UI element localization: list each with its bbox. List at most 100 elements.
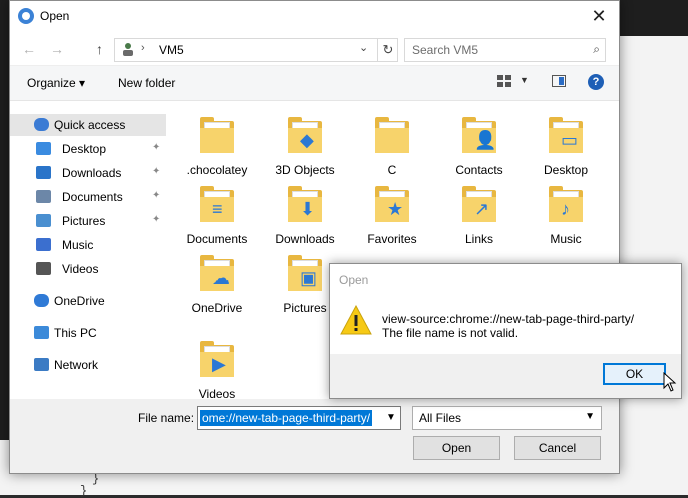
view-options-icon[interactable] (497, 75, 511, 87)
folder-overlay-icon: ≡ (212, 199, 223, 219)
chevron-down-icon[interactable]: ⌄ (359, 41, 368, 54)
folder-item[interactable]: ↗ Links (437, 176, 521, 246)
ok-button[interactable]: OK (603, 363, 666, 385)
new-folder-button[interactable]: New folder (118, 76, 175, 90)
bottom-panel: File name: ome://new-tab-page-third-part… (10, 399, 619, 473)
star-icon (34, 118, 49, 131)
close-button[interactable]: ✕ (579, 1, 619, 33)
folder-item[interactable]: ♪ Music (524, 176, 608, 246)
error-message-path: view-source:chrome://new-tab-page-third-… (382, 312, 635, 326)
video-icon (36, 262, 51, 275)
folder-overlay-icon: ▭ (561, 130, 579, 150)
music-icon (36, 238, 51, 251)
sidebar-item-label: This PC (54, 326, 97, 340)
folder-item[interactable]: ★ Favorites (350, 176, 434, 246)
sidebar-item-videos[interactable]: Videos (10, 258, 166, 280)
folder-item[interactable]: C (350, 107, 434, 177)
folder-overlay-icon: ★ (387, 199, 404, 219)
sidebar-item-this-pc[interactable]: This PC (10, 322, 166, 344)
cancel-button[interactable]: Cancel (514, 436, 601, 460)
warning-icon (340, 305, 372, 335)
folder-item[interactable]: ≡ Documents (175, 176, 259, 246)
search-input[interactable]: Search VM5 (412, 43, 478, 57)
sidebar-item-label: Music (62, 238, 94, 252)
folder-icon (200, 117, 234, 153)
forward-button[interactable]: → (50, 41, 64, 57)
sidebar-item-network[interactable]: Network (10, 354, 166, 376)
open-button[interactable]: Open (413, 436, 500, 460)
file-type-select[interactable]: All Files ▼ (412, 406, 602, 430)
organize-button[interactable]: Organize ▾ (27, 76, 85, 90)
file-name-dropdown[interactable]: ▼ (382, 406, 401, 430)
search-icon: ⌕ (593, 42, 600, 56)
folder-name: C (387, 163, 397, 177)
address-bar[interactable]: › VM5 ⌄ ↻ (114, 38, 398, 62)
window-title: Open (40, 9, 70, 23)
folder-overlay-icon: ☁ (212, 268, 230, 288)
chevron-down-icon[interactable]: ▼ (520, 75, 529, 85)
download-icon (36, 166, 51, 179)
back-button[interactable]: ← (22, 41, 36, 57)
folder-name: Desktop (543, 163, 589, 177)
folder-item[interactable]: ⬇ Downloads (263, 176, 347, 246)
document-icon (36, 190, 51, 203)
open-dialog: Open ✕ ← → ↑ › VM5 ⌄ ↻ Search VM5 ⌕ Orga… (9, 0, 620, 474)
folder-name: OneDrive (191, 301, 243, 315)
breadcrumb-separator: › (141, 42, 145, 54)
command-bar: Organize ▾ New folder ▼ ? (10, 65, 619, 101)
background-titlebar (618, 0, 688, 36)
sidebar-item-label: Desktop (62, 142, 107, 156)
folder-item[interactable]: 👤 Contacts (437, 107, 521, 177)
folder-overlay-icon: 👤 (474, 130, 497, 150)
breadcrumb-path[interactable]: VM5 (159, 43, 184, 57)
sidebar-item-quick-access[interactable]: Quick access (10, 114, 166, 136)
error-dialog: Open view-source:chrome://new-tab-page-t… (329, 263, 682, 399)
sidebar-item-label: OneDrive (54, 294, 105, 308)
network-icon (34, 358, 49, 371)
folder-icon: ☁ (200, 255, 234, 291)
folder-item[interactable]: ▶ Videos (175, 331, 259, 401)
folder-name: Favorites (367, 232, 417, 246)
file-type-value: All Files (419, 411, 462, 425)
folder-name: Contacts (455, 163, 503, 177)
sidebar-item-pictures[interactable]: Pictures ✦ (10, 210, 166, 232)
folder-name: Links (464, 232, 493, 246)
folder-name: Music (550, 232, 582, 246)
navigation-pane: Quick access Desktop ✦ Downloads ✦ Documents ✦… (10, 99, 170, 399)
refresh-button[interactable]: ↻ (377, 39, 398, 61)
user-folder-icon (123, 43, 133, 56)
sidebar-item-downloads[interactable]: Downloads ✦ (10, 162, 166, 184)
folder-item[interactable]: ▭ Desktop (524, 107, 608, 177)
up-button[interactable]: ↑ (96, 41, 103, 57)
sidebar-item-documents[interactable]: Documents ✦ (10, 186, 166, 208)
chrome-icon (18, 8, 34, 24)
sidebar-item-music[interactable]: Music (10, 234, 166, 256)
help-button[interactable]: ? (588, 74, 604, 90)
folder-icon: ♪ (549, 186, 583, 222)
sidebar-item-desktop[interactable]: Desktop ✦ (10, 138, 166, 160)
error-body: view-source:chrome://new-tab-page-third-… (330, 295, 681, 354)
mouse-cursor-icon (663, 372, 677, 392)
computer-icon (34, 326, 49, 339)
folder-item[interactable]: ☁ OneDrive (175, 245, 259, 315)
folder-icon: ↗ (462, 186, 496, 222)
folder-item[interactable]: ◆ 3D Objects (263, 107, 347, 177)
folder-icon: ▶ (200, 341, 234, 377)
background-panel (618, 0, 688, 495)
folder-icon: ★ (375, 186, 409, 222)
chevron-down-icon: ▼ (585, 411, 595, 422)
folder-icon: 👤 (462, 117, 496, 153)
folder-icon: ◆ (288, 117, 322, 153)
file-name-value[interactable]: ome://new-tab-page-third-party/ (200, 410, 373, 426)
file-name-input[interactable]: ome://new-tab-page-third-party/ (197, 406, 383, 430)
pin-icon: ✦ (152, 214, 161, 225)
code-brace: } (92, 472, 100, 486)
preview-pane-icon[interactable] (552, 75, 566, 87)
sidebar-item-label: Quick access (54, 118, 126, 132)
sidebar-item-label: Network (54, 358, 99, 372)
sidebar-item-onedrive[interactable]: OneDrive (10, 290, 166, 312)
folder-name: .chocolatey (186, 163, 248, 177)
folder-item[interactable]: .chocolatey (175, 107, 259, 177)
search-box[interactable]: Search VM5 ⌕ (404, 38, 606, 62)
folder-overlay-icon: ↗ (474, 199, 490, 219)
